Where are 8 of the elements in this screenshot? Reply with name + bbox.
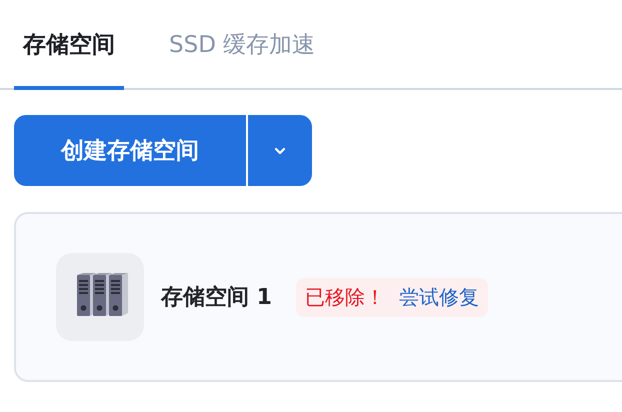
status-text: 已移除！ <box>304 284 385 310</box>
repair-link[interactable]: 尝试修复 <box>398 284 479 310</box>
tab[interactable]: 存储空间 <box>14 20 124 90</box>
tab[interactable]: SSD 缓存加速 <box>160 20 324 90</box>
create-button[interactable]: 创建存储空间 <box>14 115 246 186</box>
dropdown-button[interactable] <box>248 115 312 186</box>
chevron-down-icon <box>274 146 286 154</box>
pool-name: 存储空间 1 <box>161 284 272 312</box>
